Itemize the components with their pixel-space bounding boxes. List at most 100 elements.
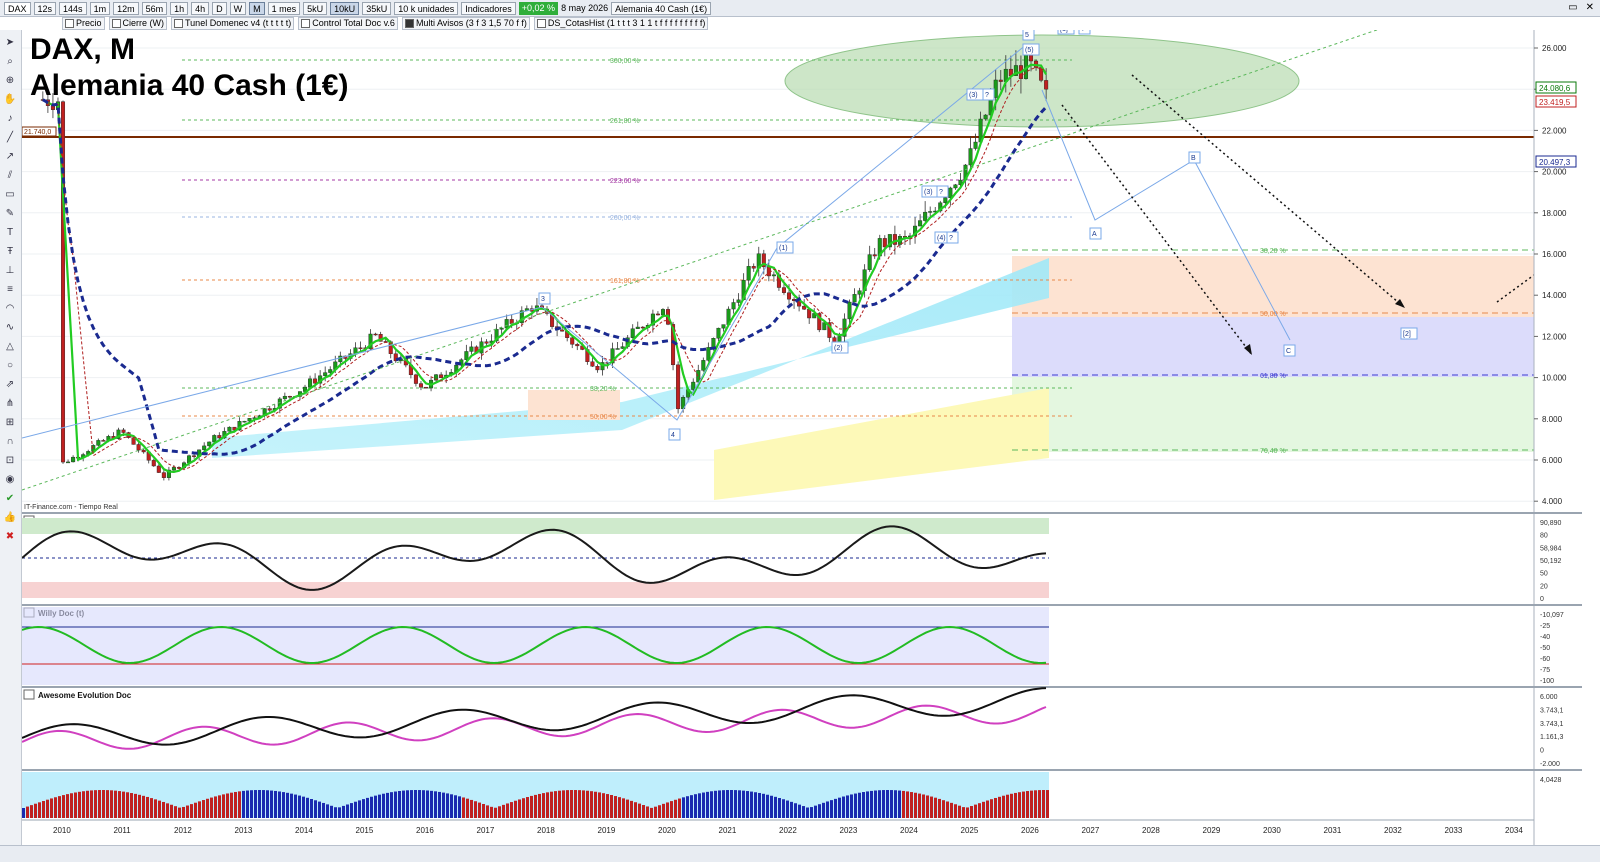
strength-bar bbox=[506, 803, 509, 818]
rectangle-icon[interactable]: ▭ bbox=[3, 187, 17, 201]
strength-bar bbox=[234, 791, 237, 818]
timeframe-12m[interactable]: 12m bbox=[113, 1, 139, 15]
chart-canvas[interactable]: 21.740,0 300,00 % 261,80 % 223,60 % 200,00 %… bbox=[22, 30, 1600, 845]
hand-icon[interactable]: ✋ bbox=[3, 92, 17, 106]
series-chip[interactable]: Tunel Domenec v4 (t t t t t) bbox=[171, 17, 295, 30]
series-chip-label: DS_CotasHist (1 t t t 3 1 1 t f f f f f … bbox=[547, 18, 706, 28]
series-chip-label: Cierre (W) bbox=[122, 18, 165, 28]
fibonacci-icon[interactable]: ≡ bbox=[3, 282, 17, 296]
strength-bar bbox=[358, 800, 361, 818]
candle-body bbox=[161, 472, 166, 478]
timeframe-4h[interactable]: 4h bbox=[191, 1, 210, 15]
strength-bar bbox=[474, 801, 477, 818]
units-selector[interactable]: 10 k unidades bbox=[394, 1, 459, 15]
check-icon[interactable]: ✔ bbox=[3, 491, 17, 505]
magnifier-icon[interactable]: ⊕ bbox=[3, 73, 17, 87]
strength-bar bbox=[1022, 791, 1025, 818]
series-chip[interactable]: Cierre (W) bbox=[108, 17, 168, 30]
checkbox-icon bbox=[301, 19, 311, 28]
strength-bar bbox=[178, 807, 181, 818]
arc-icon[interactable]: ◠ bbox=[3, 301, 17, 315]
candle-body bbox=[570, 337, 575, 345]
wave-label: 3 bbox=[541, 296, 545, 303]
restore-icon[interactable]: ▭ bbox=[1568, 2, 1577, 13]
fib-label: 200,00 % bbox=[610, 215, 640, 222]
eye-icon[interactable]: ◉ bbox=[3, 472, 17, 486]
text-icon[interactable]: T bbox=[3, 225, 17, 239]
timeframe-12s[interactable]: 12s bbox=[33, 1, 57, 15]
wave-icon[interactable]: ∿ bbox=[3, 320, 17, 334]
lock-icon[interactable]: ⊡ bbox=[3, 453, 17, 467]
cursor-icon[interactable]: ➤ bbox=[3, 35, 17, 49]
strength-bar bbox=[494, 807, 497, 818]
wave-label: (4) bbox=[937, 235, 946, 242]
wave-label: (1) bbox=[779, 245, 788, 252]
close-icon[interactable]: ✕ bbox=[1586, 2, 1594, 13]
ruler-icon[interactable]: ⊥ bbox=[3, 263, 17, 277]
oversold-zone bbox=[22, 582, 1049, 598]
x-tick-label: 2025 bbox=[961, 826, 979, 835]
indicators-button[interactable]: Indicadores bbox=[461, 1, 516, 15]
candle-body bbox=[701, 360, 706, 371]
delete-icon[interactable]: ✖ bbox=[3, 529, 17, 543]
pencil-icon[interactable]: ✎ bbox=[3, 206, 17, 220]
channel-icon[interactable]: ⫽ bbox=[3, 168, 17, 182]
magnet-icon[interactable]: ∩ bbox=[3, 434, 17, 448]
strength-bar bbox=[586, 790, 589, 818]
timeframe-W[interactable]: W bbox=[229, 1, 247, 15]
bell-icon[interactable]: ♪ bbox=[3, 111, 17, 125]
timeframe-1mes[interactable]: 1 mes bbox=[267, 1, 301, 15]
x-tick-label: 2019 bbox=[598, 826, 616, 835]
price-tick-label: 22.000 bbox=[1542, 126, 1567, 135]
strength-bar bbox=[410, 790, 413, 818]
timeframe-1m[interactable]: 1m bbox=[89, 1, 111, 15]
volume-10kU[interactable]: 10kU bbox=[330, 1, 360, 15]
strength-bar bbox=[230, 792, 233, 818]
text-box-icon[interactable]: Ŧ bbox=[3, 244, 17, 258]
strength-bar bbox=[90, 790, 93, 818]
timeframe-M[interactable]: M bbox=[249, 1, 265, 15]
timeframe-D[interactable]: D bbox=[212, 1, 227, 15]
volume-5kU[interactable]: 5kU bbox=[303, 1, 328, 15]
candle-body bbox=[968, 148, 973, 166]
line-tool-icon[interactable]: ╱ bbox=[3, 130, 17, 144]
triangle-icon[interactable]: △ bbox=[3, 339, 17, 353]
gann-icon[interactable]: ⊞ bbox=[3, 415, 17, 429]
candle-body bbox=[96, 440, 101, 446]
x-tick-label: 2026 bbox=[1021, 826, 1039, 835]
chart-title: DAX, M Alemania 40 Cash (1€) bbox=[30, 32, 348, 104]
strength-bar bbox=[42, 800, 45, 818]
strength-bar bbox=[1042, 790, 1045, 818]
strength-bar bbox=[198, 801, 201, 818]
timeframe-1h[interactable]: 1h bbox=[170, 1, 189, 15]
series-chip[interactable]: Precio bbox=[62, 17, 105, 30]
strength-bar bbox=[922, 794, 925, 818]
thumb-up-icon[interactable]: 👍 bbox=[3, 510, 17, 524]
series-chip[interactable]: Control Total Doc v.6 bbox=[298, 17, 398, 30]
strength-bar bbox=[50, 798, 53, 818]
zoom-icon[interactable]: ⌕ bbox=[3, 54, 17, 68]
series-chip[interactable]: DS_CotasHist (1 t t t 3 1 1 t f f f f f … bbox=[533, 17, 709, 30]
strength-bar bbox=[558, 790, 561, 818]
strength-bar bbox=[1002, 795, 1005, 818]
strength-bar bbox=[882, 790, 885, 818]
pitchfork-icon[interactable]: ⋔ bbox=[3, 396, 17, 410]
strength-bar bbox=[282, 792, 285, 818]
timeframe-56m[interactable]: 56m bbox=[141, 1, 168, 15]
strength-bar bbox=[594, 791, 597, 818]
circle-icon[interactable]: ○ bbox=[3, 358, 17, 372]
strength-bar bbox=[614, 796, 617, 818]
candle-body bbox=[121, 429, 126, 433]
trend-icon[interactable]: ↗ bbox=[3, 149, 17, 163]
symbol-selector[interactable]: DAX bbox=[4, 1, 31, 15]
series-chip[interactable]: Multi Avisos (3 f 3 1,5 70 f f) bbox=[401, 17, 530, 30]
arrow-icon[interactable]: ⇗ bbox=[3, 377, 17, 391]
candle-body bbox=[464, 351, 469, 360]
timeframe-144s[interactable]: 144s bbox=[59, 1, 87, 15]
strength-bar bbox=[398, 790, 401, 818]
candle-body bbox=[373, 333, 378, 336]
volume-35kU[interactable]: 35kU bbox=[362, 1, 392, 15]
strength-bar bbox=[1038, 790, 1041, 818]
panel-tick-label: 0 bbox=[1540, 596, 1544, 603]
strength-bar bbox=[682, 797, 685, 818]
